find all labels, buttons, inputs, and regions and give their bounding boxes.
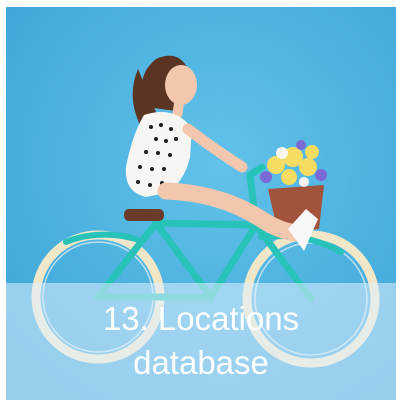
feature-card[interactable]: 13. Locations database — [6, 7, 396, 400]
caption-line-1: 13. Locations — [102, 300, 300, 337]
card-caption: 13. Locations database — [6, 283, 396, 400]
caption-line-2: database — [133, 344, 269, 381]
bike-seat — [124, 209, 164, 221]
